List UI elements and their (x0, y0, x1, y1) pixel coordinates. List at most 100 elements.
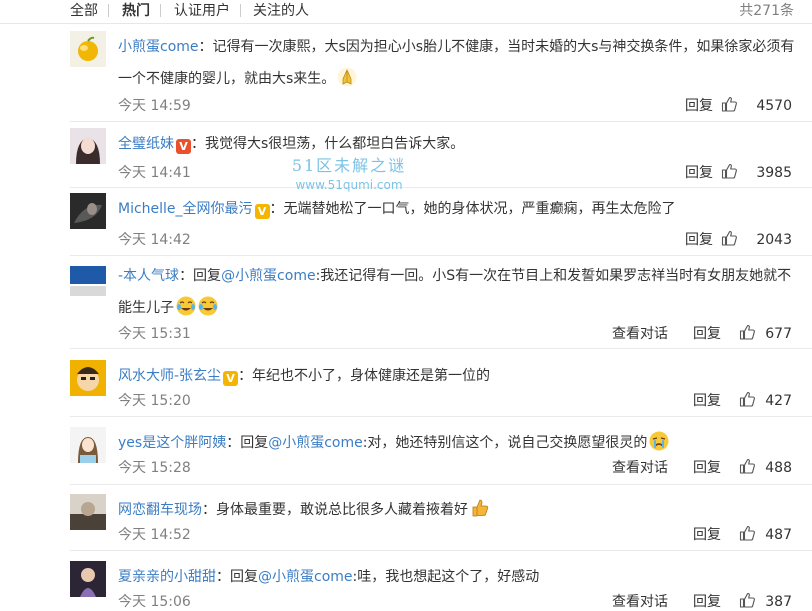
reply-button[interactable]: 回复 (685, 164, 713, 182)
watermark-url: www.51qumi.com (295, 178, 403, 192)
verified-badge-icon: V (223, 371, 239, 386)
reply-button[interactable]: 回复 (693, 526, 721, 544)
avatar[interactable] (70, 193, 106, 229)
avatar[interactable] (70, 561, 106, 597)
comment-text-block: 夏亲亲的小甜甜：回复@小煎蛋come:哇，我也想起这个了，好感动 (118, 561, 798, 593)
comment-body: :对，她还特别信这个，说自己交换愿望很灵的 (362, 435, 648, 451)
reply-button[interactable]: 回复 (693, 325, 721, 343)
reply-prefix: ：回复 (216, 569, 258, 585)
filter-separator (160, 4, 161, 17)
filter-tab-all[interactable]: 全部 (70, 2, 98, 20)
comment-body: ：记得有一次康熙，大s因为担心小s胎儿不健康，当时未婚的大s与神交换条件，如果徐… (118, 39, 795, 87)
thumbs-up-icon (739, 525, 755, 541)
thumbs-up-icon (721, 230, 737, 246)
like-count: 3985 (756, 165, 792, 181)
divider (70, 255, 812, 256)
comment-timestamp: 今天 15:31 (118, 326, 191, 342)
verified-badge-icon: V (176, 139, 191, 154)
filter-separator (240, 4, 241, 17)
filter-tab-following[interactable]: 关注的人 (253, 2, 309, 20)
username-link[interactable]: 网恋翻车现场 (118, 502, 202, 518)
reply-button[interactable]: 回复 (693, 392, 721, 410)
comment-text-block: 小煎蛋come：记得有一次康熙，大s因为担心小s胎儿不健康，当时未婚的大s与神交… (118, 31, 798, 95)
like-button[interactable]: 3985 (721, 164, 792, 182)
thumbs-up-icon (739, 391, 755, 407)
comment-filter-bar: 全部 热门 认证用户 关注的人 共271条 (0, 0, 812, 24)
avatar[interactable] (70, 427, 106, 463)
like-count: 487 (765, 527, 792, 543)
like-button[interactable]: 4570 (721, 97, 792, 115)
like-count: 387 (765, 594, 792, 610)
like-button[interactable]: 488 (739, 459, 792, 477)
view-conversation-button[interactable]: 查看对话 (612, 593, 668, 611)
username-link[interactable]: 夏亲亲的小甜甜 (118, 569, 216, 585)
comment-text-block: 全璧纸妹 V ：我觉得大s很坦荡，什么都坦白告诉大家。 (118, 128, 798, 160)
comment-text-block: yes是这个胖阿姨：回复@小煎蛋come:对，她还特别信这个，说自己交换愿望很灵… (118, 427, 798, 459)
like-button[interactable]: 427 (739, 392, 792, 410)
like-button[interactable]: 2043 (721, 231, 792, 249)
comment-text-block: -本人气球：回复@小煎蛋come:我还记得有一回。小S有一次在节目上和发誓如果罗… (118, 260, 798, 324)
comment-timestamp: 今天 14:59 (118, 98, 191, 114)
username-link[interactable]: -本人气球 (118, 268, 179, 284)
laugh-cry-emoji (176, 296, 196, 316)
thumbs-up-icon (739, 324, 755, 340)
comment-timestamp: 今天 14:41 (118, 165, 191, 181)
comment-text-block: 风水大师-张玄尘 V ：年纪也不小了，身体健康还是第一位的 (118, 360, 798, 392)
like-button[interactable]: 677 (739, 325, 792, 343)
avatar[interactable] (70, 128, 106, 164)
like-button[interactable]: 387 (739, 593, 792, 611)
like-count: 488 (765, 460, 792, 476)
thumbs-up-icon (721, 96, 737, 112)
username-link[interactable]: yes是这个胖阿姨 (118, 435, 226, 451)
divider (70, 484, 812, 485)
cry-emoji (649, 431, 669, 451)
thumbs-up-icon (721, 163, 737, 179)
comment-body: ：无端替她松了一口气，她的身体状况，严重癫痫，再生太危险了 (269, 201, 676, 217)
divider (70, 348, 812, 349)
mention-link[interactable]: @小煎蛋come (268, 435, 363, 451)
avatar[interactable] (70, 260, 106, 296)
avatar[interactable] (70, 360, 106, 396)
thumbs-up-icon (739, 458, 755, 474)
comment-body: ：身体最重要，敢说总比很多人藏着掖着好 (202, 502, 468, 518)
mention-link[interactable]: @小煎蛋come (258, 569, 353, 585)
username-link[interactable]: 全璧纸妹 (118, 136, 174, 152)
reply-prefix: ：回复 (179, 268, 222, 284)
view-conversation-button[interactable]: 查看对话 (612, 459, 668, 477)
total-comment-count: 共271条 (739, 3, 794, 19)
comment-body: ：年纪也不小了，身体健康还是第一位的 (238, 368, 491, 384)
comment-timestamp: 今天 14:42 (118, 232, 191, 248)
like-button[interactable]: 487 (739, 526, 792, 544)
divider (70, 121, 812, 122)
reply-button[interactable]: 回复 (693, 459, 721, 477)
like-count: 2043 (756, 232, 792, 248)
comment-timestamp: 今天 15:28 (118, 460, 191, 476)
username-link[interactable]: 风水大师-张玄尘 (118, 368, 221, 384)
reply-prefix: ：回复 (226, 435, 269, 451)
like-count: 427 (765, 393, 792, 409)
reply-button[interactable]: 回复 (685, 231, 713, 249)
view-conversation-button[interactable]: 查看对话 (612, 325, 668, 343)
divider (70, 550, 812, 551)
divider (70, 416, 812, 417)
avatar[interactable] (70, 494, 106, 530)
comment-timestamp: 今天 15:20 (118, 393, 191, 409)
laugh-cry-emoji (198, 296, 218, 316)
username-link[interactable]: 小煎蛋come (118, 39, 199, 55)
pray-emoji (337, 67, 357, 87)
comment-text-block: 网恋翻车现场：身体最重要，敢说总比很多人藏着掖着好 (118, 494, 798, 526)
reply-button[interactable]: 回复 (693, 593, 721, 611)
comment-body: ：我觉得大s很坦荡，什么都坦白告诉大家。 (191, 136, 465, 152)
filter-tab-hot[interactable]: 热门 (122, 2, 150, 20)
like-count: 4570 (756, 98, 792, 114)
thumbs-up-icon (739, 592, 755, 608)
username-link[interactable]: Michelle_全网你最污 (118, 201, 253, 217)
comment-text-block: Michelle_全网你最污 V ：无端替她松了一口气，她的身体状况，严重癫痫，再生… (118, 193, 798, 225)
filter-separator (108, 4, 109, 17)
reply-button[interactable]: 回复 (685, 97, 713, 115)
filter-tab-verified[interactable]: 认证用户 (174, 2, 230, 20)
mention-link[interactable]: @小煎蛋come (221, 268, 316, 284)
divider (70, 187, 812, 188)
avatar[interactable] (70, 31, 106, 67)
comment-timestamp: 今天 15:06 (118, 594, 191, 610)
